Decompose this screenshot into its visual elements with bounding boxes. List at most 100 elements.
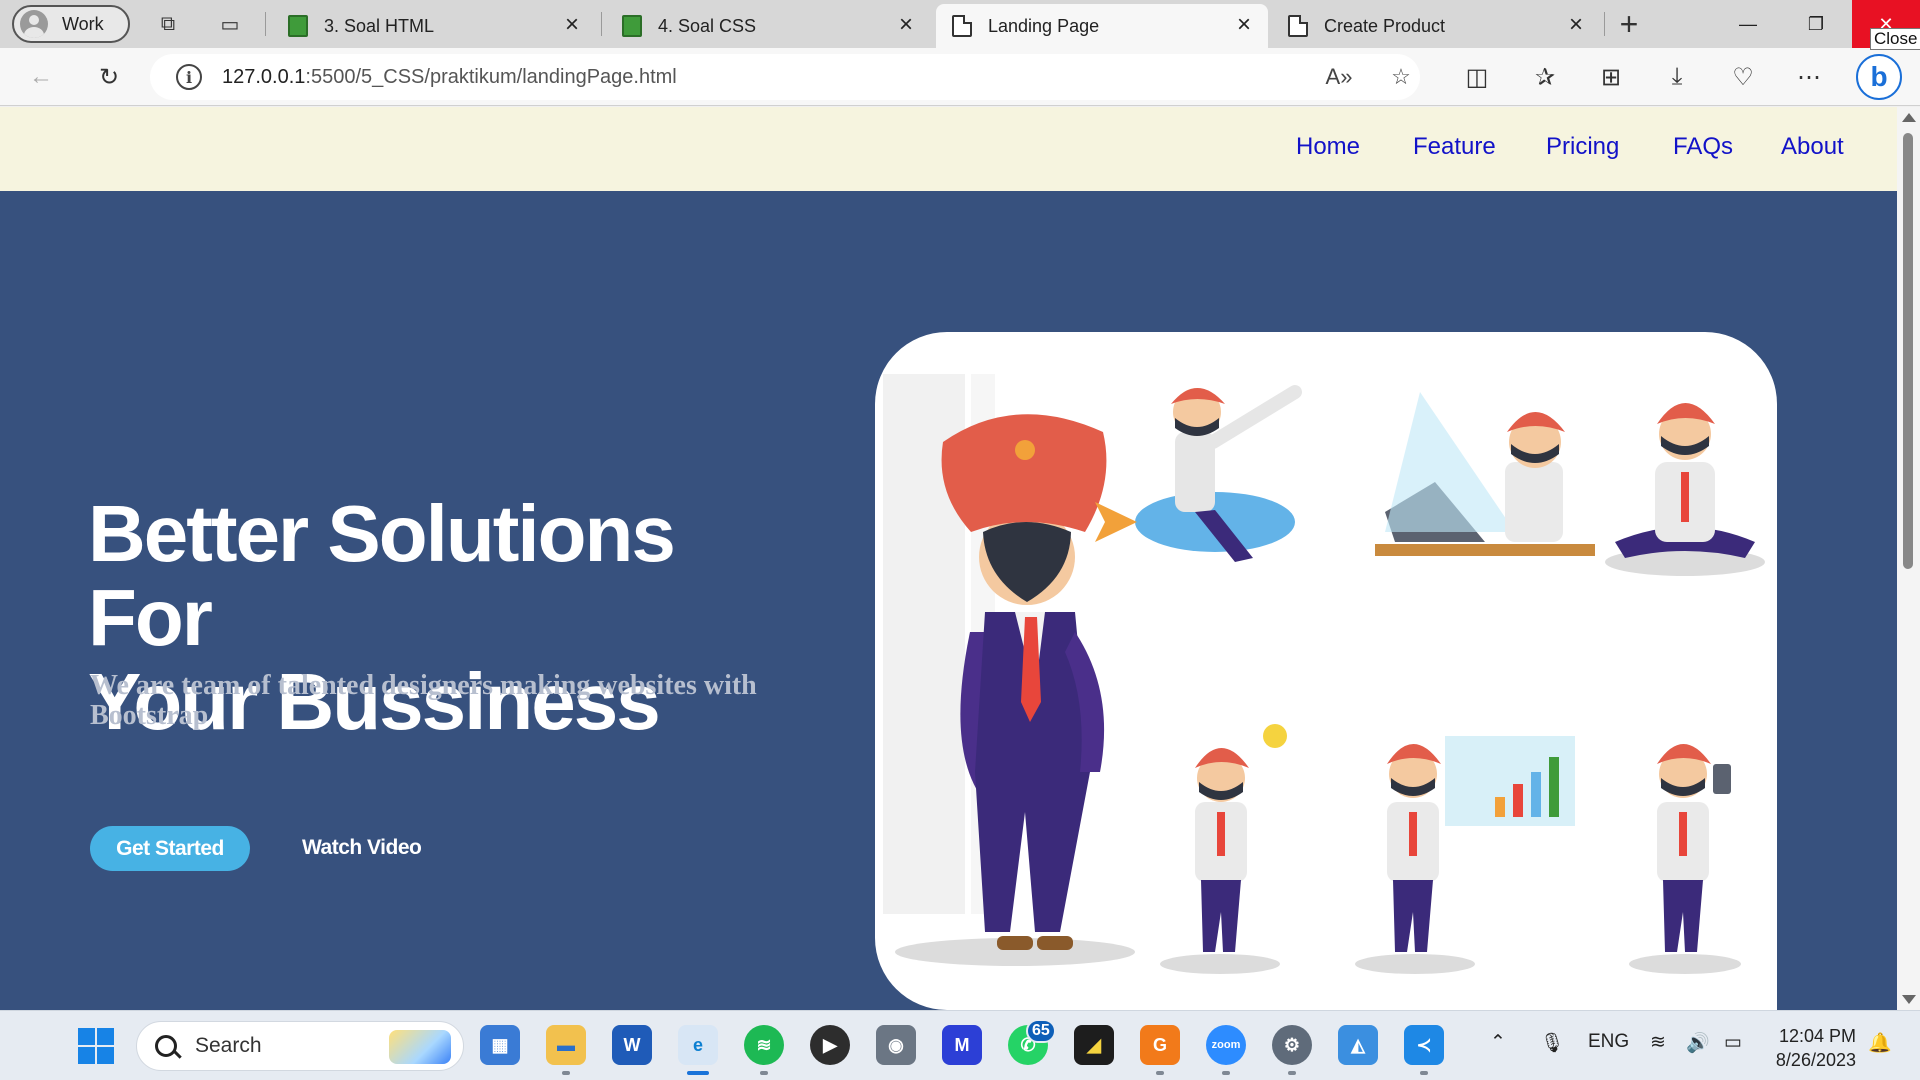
windows-taskbar: Search ▦ ▬ W e ≋ ▶ ◉ M ✆ 65 ◢ G zoom ⚙ ◭… <box>0 1010 1920 1080</box>
turban-businessman-illustration <box>883 374 1765 974</box>
language-indicator[interactable]: ENG <box>1588 1031 1629 1053</box>
new-tab-button[interactable]: + <box>1614 8 1644 40</box>
split-screen-icon[interactable]: ◫ <box>1462 62 1492 92</box>
tab-soal-css[interactable]: 4. Soal CSS × <box>606 4 930 48</box>
green-book-icon <box>288 15 308 37</box>
refresh-icon[interactable]: ↻ <box>94 62 124 92</box>
site-navbar: Home Feature Pricing FAQs About <box>0 107 1897 191</box>
wifi-icon[interactable]: ≋ <box>1650 1031 1666 1054</box>
profile-button[interactable]: Work <box>12 5 130 43</box>
sticky-notes-icon[interactable]: ◢ <box>1074 1025 1114 1065</box>
scroll-down-arrow-icon[interactable] <box>1902 995 1916 1004</box>
bing-chat-icon[interactable]: b <box>1856 54 1902 100</box>
url-path: :5500/5_CSS/praktikum/landingPage.html <box>305 65 677 88</box>
file-explorer-icon[interactable]: ▬ <box>546 1025 586 1065</box>
hero-title-line-1: Better Solutions For <box>88 489 676 662</box>
start-menu-icon[interactable] <box>78 1028 114 1064</box>
search-placeholder: Search <box>195 1034 262 1057</box>
tab-separator <box>1604 12 1605 36</box>
hero-image <box>875 332 1777 1010</box>
microphone-icon[interactable]: 🎙 <box>1540 1031 1564 1055</box>
running-indicator <box>562 1071 570 1075</box>
page-scrollbar[interactable] <box>1897 107 1920 1010</box>
nav-about[interactable]: About <box>1781 133 1844 161</box>
store-icon[interactable]: ▦ <box>480 1025 520 1065</box>
close-tab-icon[interactable]: × <box>894 13 918 38</box>
favorites-icon[interactable]: ✰ <box>1530 62 1560 92</box>
clock-time: 12:04 PM <box>1778 1026 1856 1046</box>
scroll-up-arrow-icon[interactable] <box>1902 113 1916 122</box>
close-tooltip: Close <box>1870 28 1920 50</box>
nav-faqs[interactable]: FAQs <box>1673 133 1733 161</box>
battery-icon[interactable]: ▭ <box>1724 1031 1742 1054</box>
favorite-star-icon[interactable]: ☆ <box>1386 62 1416 92</box>
browser-essentials-icon[interactable]: ♡ <box>1728 62 1758 92</box>
tab-actions-icon[interactable]: ▭ <box>216 10 244 38</box>
word-icon[interactable]: W <box>612 1025 652 1065</box>
restore-button[interactable]: ❐ <box>1782 0 1850 48</box>
edge-browser-icon[interactable]: e <box>678 1025 718 1065</box>
page-viewport: Home Feature Pricing FAQs About Better S… <box>0 107 1897 1010</box>
document-icon <box>1288 15 1308 37</box>
running-indicator <box>1222 1071 1230 1075</box>
workspaces-icon[interactable]: ⧉ <box>154 10 182 38</box>
pdf-tool-icon[interactable]: G <box>1140 1025 1180 1065</box>
tab-create-product[interactable]: Create Product × <box>1272 4 1600 48</box>
volume-icon[interactable]: 🔊 <box>1686 1031 1710 1055</box>
nav-home[interactable]: Home <box>1296 133 1360 161</box>
running-indicator <box>1420 1071 1428 1075</box>
running-indicator <box>1288 1071 1296 1075</box>
tab-landing-page[interactable]: Landing Page × <box>936 4 1268 48</box>
nav-feature[interactable]: Feature <box>1413 133 1496 161</box>
tab-soal-html[interactable]: 3. Soal HTML × <box>272 4 596 48</box>
minimize-button[interactable]: — <box>1714 0 1782 48</box>
whatsapp-badge: 65 <box>1026 1019 1056 1043</box>
nav-pricing[interactable]: Pricing <box>1546 133 1619 161</box>
tab-title: 4. Soal CSS <box>658 15 757 36</box>
system-clock[interactable]: 12:04 PM 8/26/2023 <box>1766 1024 1856 1072</box>
close-tab-icon[interactable]: × <box>1564 13 1588 38</box>
settings-gear-icon[interactable]: ⚙ <box>1272 1025 1312 1065</box>
document-icon <box>952 15 972 37</box>
browser-tab-strip: Work ⧉ ▭ 3. Soal HTML × 4. Soal CSS × La… <box>0 0 1920 50</box>
read-aloud-icon[interactable]: A» <box>1324 62 1354 92</box>
watch-video-link[interactable]: Watch Video <box>302 836 422 860</box>
vscode-icon[interactable]: ≺ <box>1404 1025 1444 1065</box>
download-icon[interactable]: ⤓ <box>1662 62 1692 92</box>
close-tab-icon[interactable]: × <box>1232 13 1256 38</box>
back-arrow-icon[interactable]: ← <box>26 62 56 92</box>
green-book-icon <box>622 15 642 37</box>
url-text[interactable]: 127.0.0.1:5500/5_CSS/praktikum/landingPa… <box>222 66 677 89</box>
more-menu-icon[interactable]: ⋯ <box>1794 62 1824 92</box>
clock-date: 8/26/2023 <box>1775 1050 1856 1070</box>
site-info-icon[interactable]: i <box>176 64 202 90</box>
taskbar-search[interactable]: Search <box>136 1021 464 1071</box>
collections-icon[interactable]: ⊞ <box>1596 62 1626 92</box>
media-player-icon[interactable]: ▶ <box>810 1025 850 1065</box>
search-highlight-icon <box>389 1030 451 1064</box>
search-icon <box>155 1035 177 1057</box>
tab-title: 3. Soal HTML <box>324 15 435 36</box>
hero-subtitle: We are team of talented designers making… <box>90 670 757 731</box>
close-tab-icon[interactable]: × <box>560 13 584 38</box>
notifications-icon[interactable]: 🔔 <box>1868 1031 1892 1055</box>
get-started-button[interactable]: Get Started <box>90 826 250 871</box>
address-bar[interactable]: i 127.0.0.1:5500/5_CSS/praktikum/landing… <box>150 54 1420 100</box>
notes-app-icon[interactable]: M <box>942 1025 982 1065</box>
camera-icon[interactable]: ◉ <box>876 1025 916 1065</box>
active-app-indicator <box>687 1071 709 1075</box>
spotify-icon[interactable]: ≋ <box>744 1025 784 1065</box>
scrollbar-thumb[interactable] <box>1903 133 1913 569</box>
tab-title: Landing Page <box>988 15 1100 36</box>
profile-avatar-icon <box>20 10 48 38</box>
url-host: 127.0.0.1 <box>222 65 306 88</box>
tab-separator <box>601 12 602 36</box>
chevron-up-icon[interactable]: ⌃ <box>1490 1031 1506 1054</box>
browser-toolbar: ← ↻ i 127.0.0.1:5500/5_CSS/praktikum/lan… <box>0 48 1920 106</box>
tab-separator <box>265 12 266 36</box>
zoom-icon[interactable]: zoom <box>1206 1025 1246 1065</box>
tab-title: Create Product <box>1324 15 1446 36</box>
photos-icon[interactable]: ◭ <box>1338 1025 1378 1065</box>
running-indicator <box>760 1071 768 1075</box>
running-indicator <box>1156 1071 1164 1075</box>
